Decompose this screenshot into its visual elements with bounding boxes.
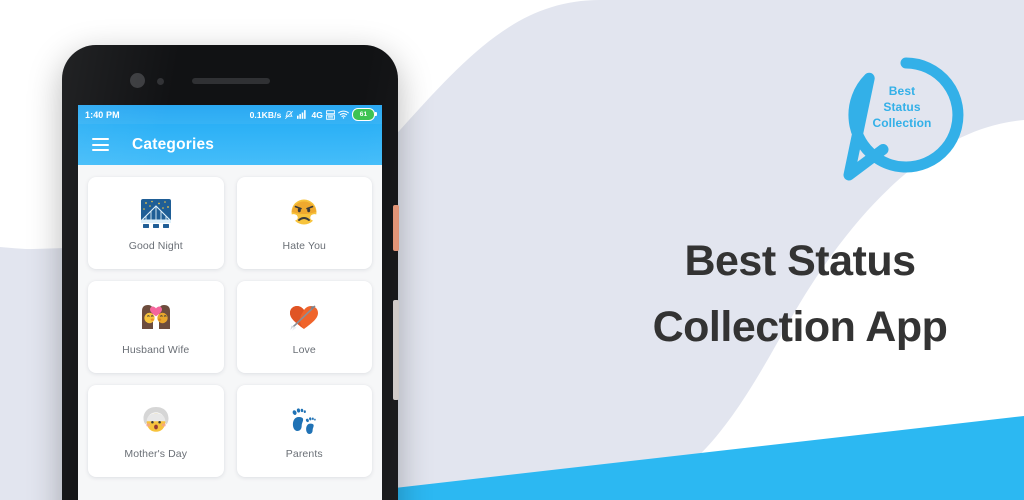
battery-level-label: 61: [359, 111, 368, 118]
category-card-mothers-day[interactable]: Mother's Day: [88, 385, 224, 477]
category-label: Good Night: [128, 240, 183, 252]
category-card-hate-you[interactable]: Hate You: [236, 177, 372, 269]
dual-sim-icon: [326, 109, 335, 120]
category-card-good-night[interactable]: Good Night: [88, 177, 224, 269]
status-bar-indicators: 0.1KB/s 4G 61: [249, 108, 377, 121]
heart-with-arrow-icon: [288, 298, 320, 336]
power-button[interactable]: [393, 205, 399, 251]
promo-banner: 1:40 PM 0.1KB/s 4G 61 Categories Good Ni…: [0, 0, 1024, 500]
logo-line-1: Best: [888, 84, 916, 98]
bell-mute-icon: [285, 110, 294, 119]
logo-text: Best Status Collection: [843, 83, 961, 131]
earpiece-speaker-icon: [192, 78, 270, 84]
signal-bars-icon: [297, 110, 307, 119]
wifi-icon: [338, 110, 349, 119]
network-type-label: 4G: [311, 109, 323, 120]
proximity-sensor-icon: [157, 78, 164, 85]
front-camera-icon: [130, 73, 145, 88]
phone-screen: 1:40 PM 0.1KB/s 4G 61 Categories Good Ni…: [78, 105, 382, 500]
category-label: Mother's Day: [124, 448, 188, 460]
status-bar: 1:40 PM 0.1KB/s 4G 61: [78, 105, 382, 124]
app-bar: Categories: [78, 124, 382, 165]
category-card-love[interactable]: Love: [236, 281, 372, 373]
status-bar-time: 1:40 PM: [85, 109, 120, 120]
hamburger-line: [92, 138, 109, 140]
footprints-icon: [288, 402, 320, 440]
headline: Best Status Collection App: [600, 228, 1000, 360]
category-label: Husband Wife: [122, 344, 190, 356]
couple-with-heart-icon: [140, 298, 172, 336]
logo-line-3: Collection: [872, 116, 932, 130]
category-label: Hate You: [282, 240, 326, 252]
older-woman-icon: [140, 402, 172, 440]
hamburger-line: [92, 143, 109, 146]
network-speed-label: 0.1KB/s: [249, 109, 282, 120]
hamburger-menu-icon[interactable]: [92, 138, 109, 151]
app-bar-title: Categories: [132, 135, 215, 153]
phone-top-bezel: [62, 45, 398, 107]
battery-icon: 61: [352, 108, 377, 121]
headline-line-2: Collection App: [652, 303, 948, 351]
bridge-at-night-icon: [139, 194, 173, 232]
logo-line-2: Status: [883, 100, 921, 114]
headline-line-1: Best Status: [684, 237, 916, 285]
app-logo: Best Status Collection: [843, 57, 969, 181]
category-label: Love: [292, 344, 316, 356]
hamburger-line: [92, 149, 109, 151]
volume-button[interactable]: [393, 300, 399, 400]
category-grid: Good Night Hate You Husband Wife Love Mo…: [78, 165, 382, 477]
category-card-parents[interactable]: Parents: [236, 385, 372, 477]
pouting-face-icon: [288, 194, 320, 232]
category-label: Parents: [285, 448, 323, 460]
category-card-husband-wife[interactable]: Husband Wife: [88, 281, 224, 373]
phone-mockup: 1:40 PM 0.1KB/s 4G 61 Categories Good Ni…: [62, 45, 399, 500]
